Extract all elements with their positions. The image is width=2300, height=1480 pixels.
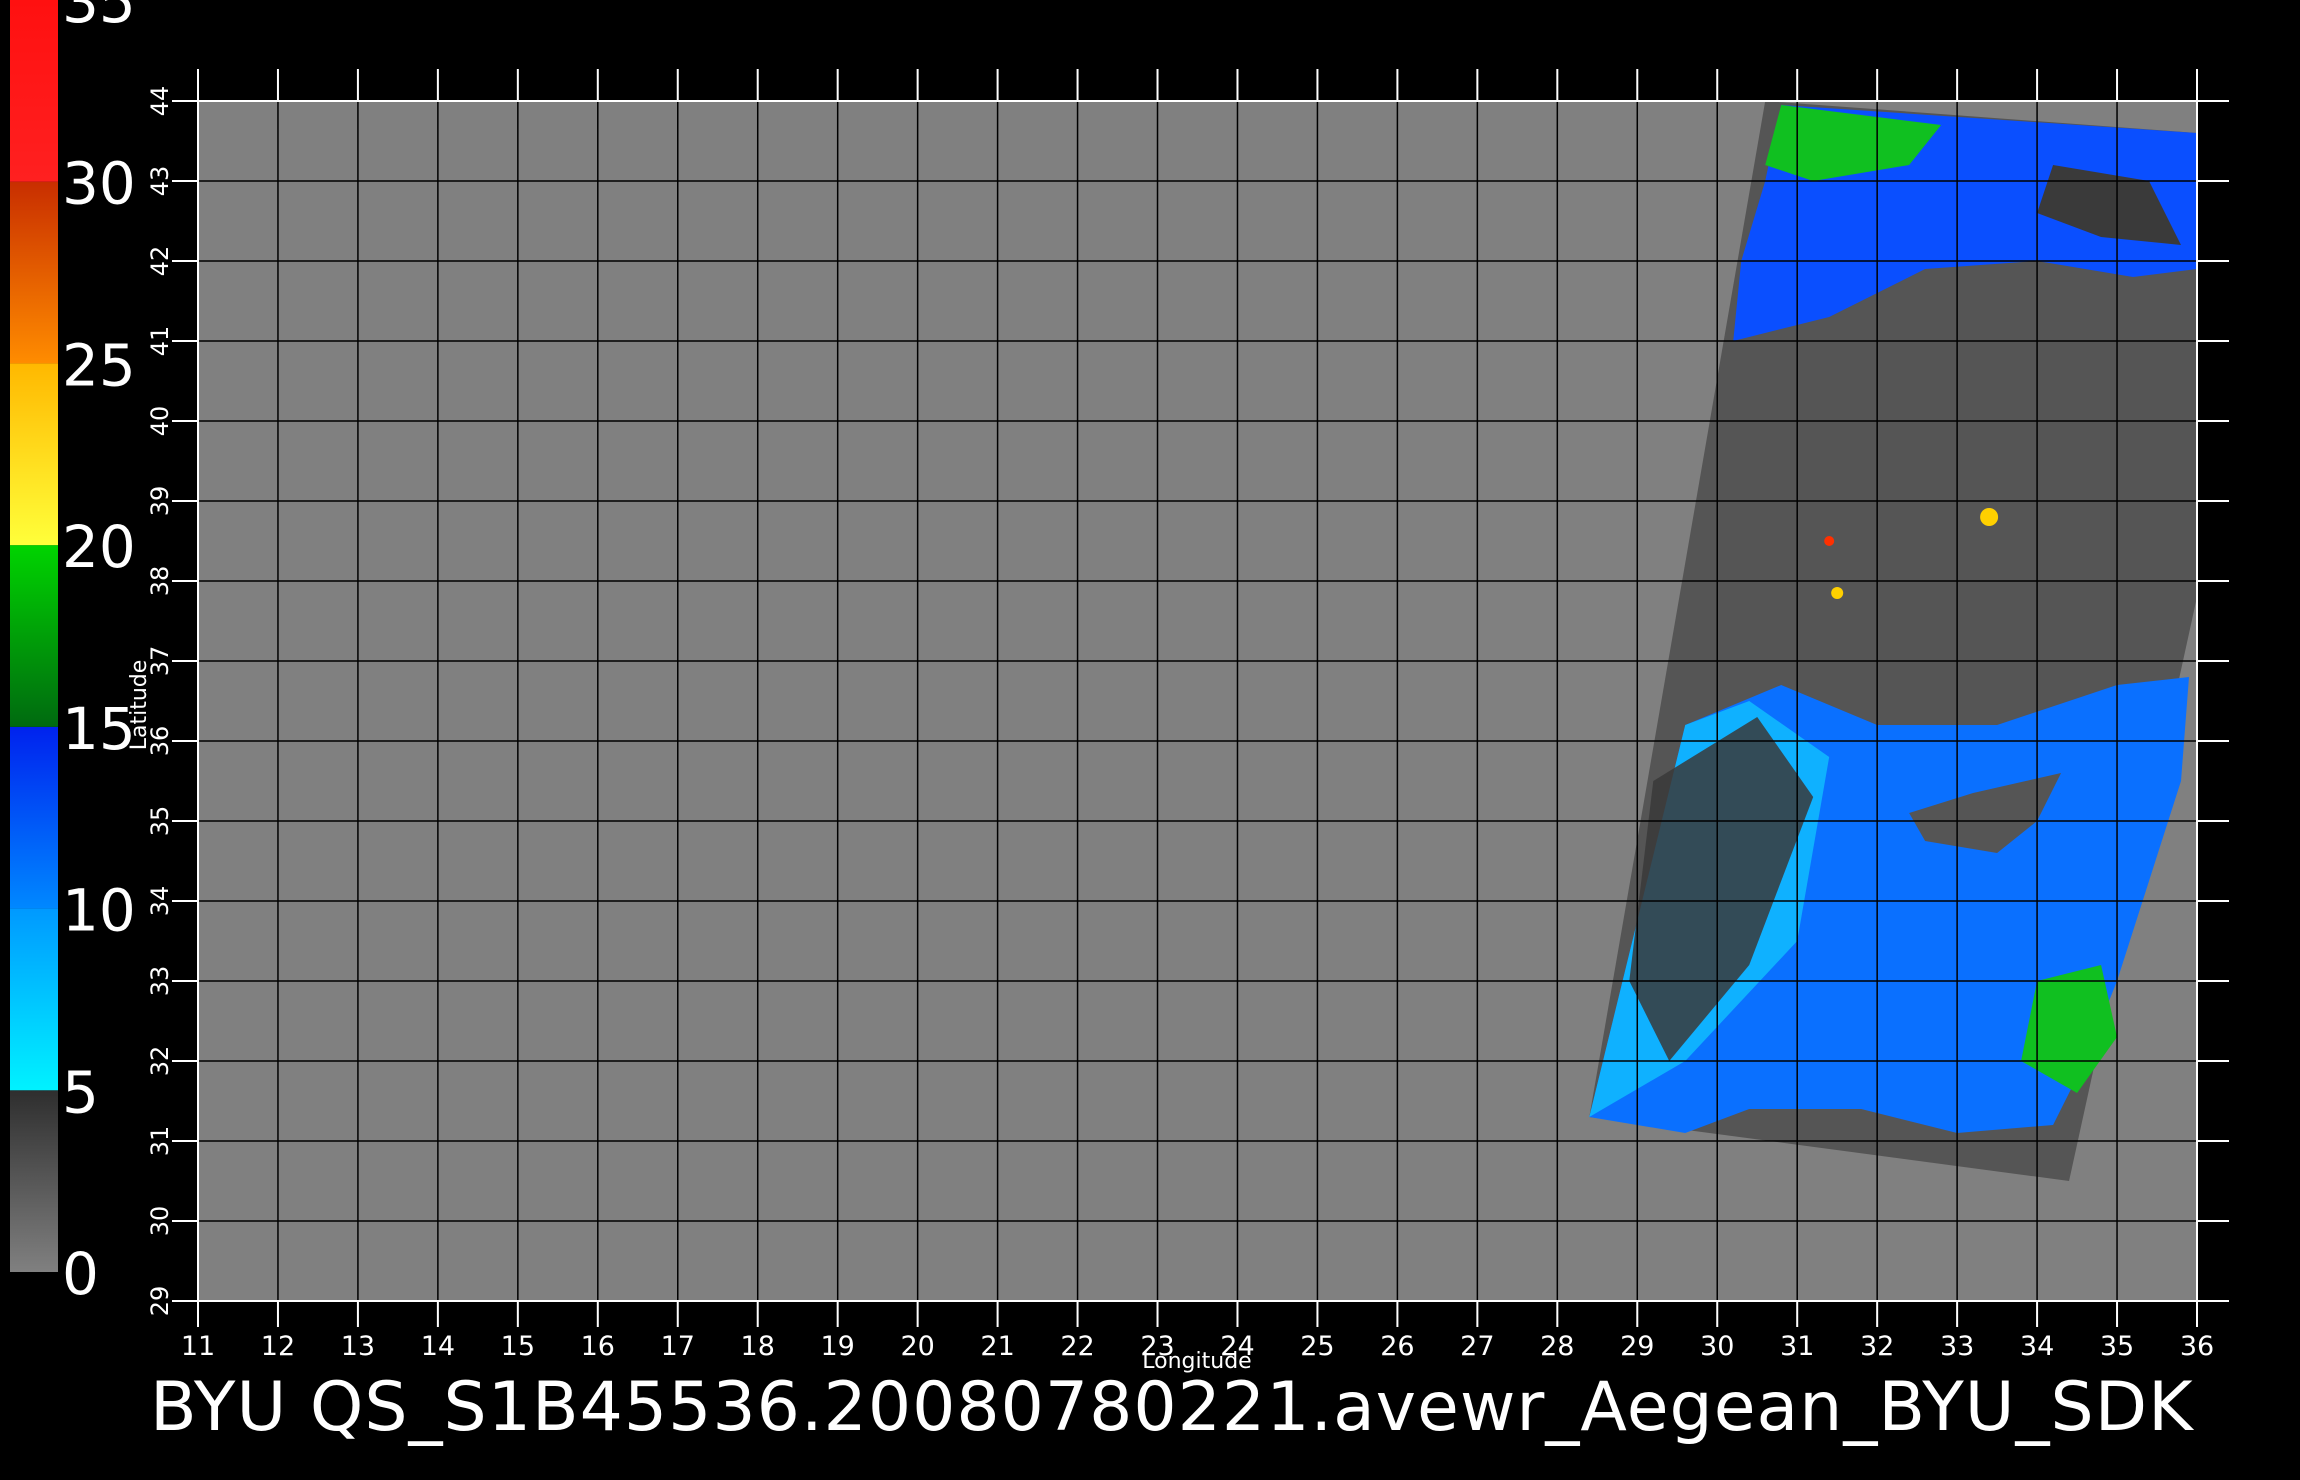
- y-tick-label: 30: [146, 1206, 174, 1237]
- x-tick-label: 19: [821, 1331, 855, 1362]
- y-tick-label: 32: [146, 1046, 174, 1077]
- x-tick-label: 30: [1700, 1331, 1734, 1362]
- map-area: [198, 101, 2197, 1301]
- x-tick-label: 11: [181, 1331, 215, 1362]
- image-title: BYU QS_S1B45536.20080780221.avewr_Aegean…: [150, 1368, 2194, 1447]
- y-tick-label: 40: [146, 406, 174, 437]
- x-tick-label: 35: [2100, 1331, 2134, 1362]
- y-tick-label: 39: [146, 486, 174, 517]
- y-tick-label: 29: [146, 1286, 174, 1317]
- x-tick-label: 20: [900, 1331, 934, 1362]
- x-tick-label: 14: [421, 1331, 455, 1362]
- scatterometer-wind-map: 0 5 10 15 20 25 30 35 11 12 13 14 15 16 17 18 19 20 21 22 2…: [10, 0, 2229, 1374]
- colorbar-tick-label: 25: [62, 331, 136, 399]
- island-marker: [1831, 587, 1844, 599]
- colorbar-segment: [10, 726, 58, 909]
- y-tick-label: 41: [146, 326, 174, 357]
- x-tick-label: 17: [661, 1331, 695, 1362]
- y-tick-label: 31: [146, 1126, 174, 1157]
- y-tick-label: 42: [146, 246, 174, 277]
- y-tick-label: 43: [146, 166, 174, 197]
- x-tick-label: 31: [1780, 1331, 1814, 1362]
- x-tick-label: 22: [1060, 1331, 1094, 1362]
- y-tick-label: 33: [146, 966, 174, 997]
- colorbar-tick-label: 30: [62, 150, 136, 218]
- x-tick-label: 15: [501, 1331, 535, 1362]
- colorbar-tick-label: 10: [62, 877, 136, 945]
- x-tick-label: 16: [581, 1331, 615, 1362]
- x-tick-label: 27: [1460, 1331, 1494, 1362]
- x-tick-label: 18: [741, 1331, 775, 1362]
- colorbar-segment: [10, 545, 58, 727]
- x-tick-label: 33: [1940, 1331, 1974, 1362]
- x-tick-label: 32: [1860, 1331, 1894, 1362]
- y-axis-label: Latitude: [127, 660, 152, 751]
- colorbar-segment: [10, 1090, 58, 1272]
- colorbar-segment: [10, 0, 58, 182]
- y-tick-label: 34: [146, 886, 174, 917]
- colorbar-segment: [10, 181, 58, 364]
- x-tick-label: 12: [261, 1331, 295, 1362]
- y-tick-label: 44: [146, 86, 174, 117]
- y-tick-label: 38: [146, 566, 174, 597]
- colorbar-tick-label: 35: [62, 0, 136, 36]
- y-tick-label: 35: [146, 806, 174, 837]
- x-tick-label: 29: [1620, 1331, 1654, 1362]
- island-marker: [1824, 536, 1835, 546]
- colorbar-segment: [10, 363, 58, 546]
- x-tick-label: 13: [341, 1331, 375, 1362]
- x-tick-label: 26: [1380, 1331, 1414, 1362]
- island-marker: [1980, 508, 1999, 526]
- colorbar-tick-label: 5: [62, 1058, 99, 1126]
- colorbar: 0 5 10 15 20 25 30 35: [10, 0, 136, 1308]
- colorbar-segment: [10, 908, 58, 1091]
- x-tick-label: 25: [1300, 1331, 1334, 1362]
- x-tick-label: 21: [980, 1331, 1014, 1362]
- colorbar-tick-label: 20: [62, 513, 136, 581]
- colorbar-tick-label: 15: [62, 695, 136, 763]
- x-tick-label: 34: [2020, 1331, 2054, 1362]
- x-tick-label: 36: [2180, 1331, 2214, 1362]
- colorbar-tick-label: 0: [62, 1240, 99, 1308]
- x-tick-label: 28: [1540, 1331, 1574, 1362]
